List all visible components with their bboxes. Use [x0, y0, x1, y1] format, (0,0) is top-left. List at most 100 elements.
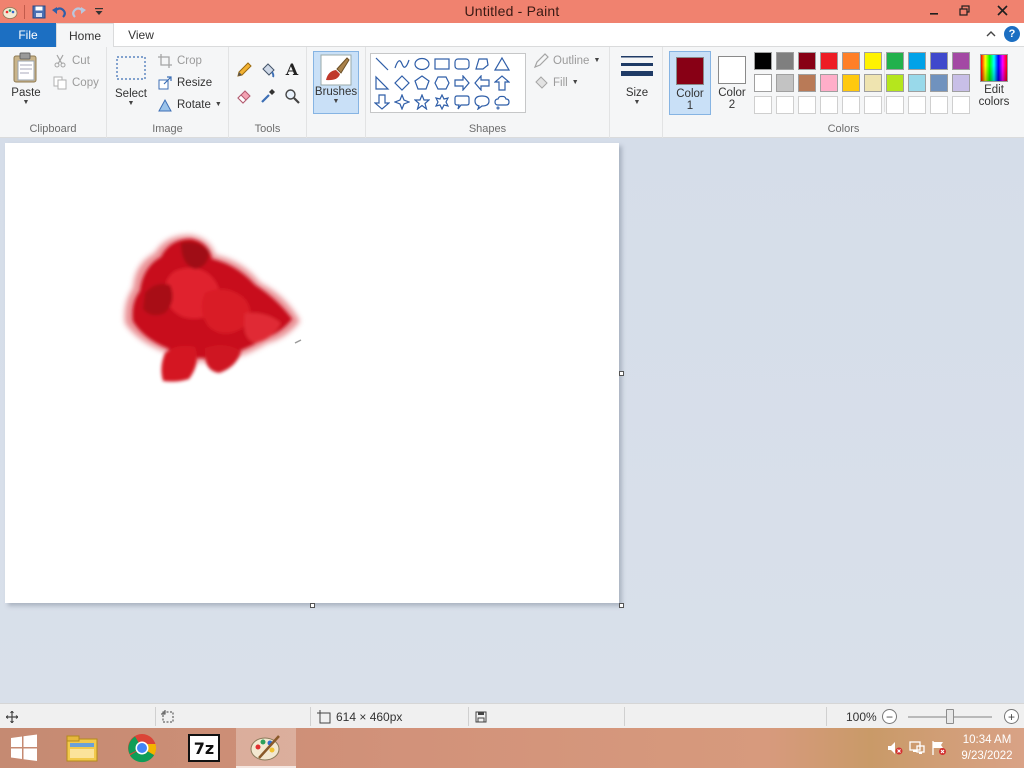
tab-file[interactable]: File: [0, 23, 56, 47]
crop-button[interactable]: Crop: [157, 51, 202, 71]
fill-bucket-icon[interactable]: [259, 61, 277, 79]
close-button[interactable]: [980, 0, 1024, 21]
resize-button[interactable]: Resize: [157, 73, 212, 93]
palette-swatch[interactable]: [842, 74, 860, 92]
taskbar-7zip[interactable]: 7z: [174, 728, 234, 768]
window-title: Untitled - Paint: [464, 3, 560, 19]
pentagon-shape-icon[interactable]: [413, 74, 431, 92]
taskbar-paint[interactable]: [236, 728, 296, 768]
color-picker-icon[interactable]: [259, 87, 277, 105]
palette-swatch[interactable]: [952, 52, 970, 70]
text-icon[interactable]: A: [283, 60, 301, 79]
palette-swatch[interactable]: [754, 52, 772, 70]
eraser-icon[interactable]: [235, 87, 253, 105]
chrome-icon: [128, 734, 157, 763]
paste-button[interactable]: Paste ▼: [6, 52, 46, 107]
diamond-shape-icon[interactable]: [393, 74, 411, 92]
palette-swatch[interactable]: [842, 96, 860, 114]
triangle-shape-icon[interactable]: [493, 55, 511, 73]
canvas-resize-handle-corner[interactable]: [619, 603, 624, 608]
taskbar-chrome[interactable]: [112, 728, 172, 768]
image-group: Select ▼ Crop Resize Rotate ▼ Image: [107, 47, 229, 138]
palette-swatch[interactable]: [886, 52, 904, 70]
clock[interactable]: 10:34 AM 9/23/2022: [950, 732, 1024, 764]
start-button[interactable]: [0, 728, 48, 768]
drawing-canvas[interactable]: [5, 143, 619, 603]
outline-button[interactable]: Outline ▼: [533, 51, 600, 71]
up-arrow-shape-icon[interactable]: [493, 74, 511, 92]
palette-swatch[interactable]: [776, 74, 794, 92]
palette-swatch[interactable]: [886, 96, 904, 114]
palette-swatch[interactable]: [754, 74, 772, 92]
palette-swatch[interactable]: [864, 96, 882, 114]
fill-button[interactable]: Fill ▼: [533, 73, 579, 93]
six-point-star-shape-icon[interactable]: [433, 93, 451, 111]
color1-selector[interactable]: Color 1: [669, 51, 711, 115]
palette-swatch[interactable]: [798, 74, 816, 92]
size-button[interactable]: Size ▼: [618, 53, 656, 107]
palette-swatch[interactable]: [798, 96, 816, 114]
zoom-out-button[interactable]: −: [882, 709, 897, 724]
edit-colors-button[interactable]: Edit colors: [976, 51, 1012, 115]
hexagon-shape-icon[interactable]: [433, 74, 451, 92]
network-icon[interactable]: [906, 728, 928, 768]
palette-swatch[interactable]: [754, 96, 772, 114]
select-button[interactable]: Select ▼: [113, 55, 149, 108]
tab-view[interactable]: View: [116, 23, 166, 47]
zoom-slider-thumb[interactable]: [946, 709, 954, 724]
palette-swatch[interactable]: [842, 52, 860, 70]
copy-button[interactable]: Copy: [52, 73, 99, 93]
cloud-callout-shape-icon[interactable]: [493, 93, 511, 111]
left-arrow-shape-icon[interactable]: [473, 74, 491, 92]
restore-button[interactable]: [949, 0, 980, 21]
color2-selector[interactable]: Color 2: [713, 51, 751, 115]
zoom-in-button[interactable]: +: [1004, 709, 1019, 724]
cut-button[interactable]: Cut: [52, 51, 90, 71]
palette-swatch[interactable]: [820, 74, 838, 92]
line-shape-icon[interactable]: [373, 55, 391, 73]
palette-swatch[interactable]: [864, 52, 882, 70]
palette-swatch[interactable]: [952, 74, 970, 92]
minimize-ribbon-icon[interactable]: [984, 27, 998, 41]
tab-home[interactable]: Home: [56, 23, 114, 48]
palette-swatch[interactable]: [776, 52, 794, 70]
magnifier-icon[interactable]: [283, 87, 301, 105]
polygon-shape-icon[interactable]: [473, 55, 491, 73]
palette-swatch[interactable]: [930, 74, 948, 92]
rounded-rectangle-shape-icon[interactable]: [453, 55, 471, 73]
canvas-resize-handle-right[interactable]: [619, 371, 624, 376]
taskbar-file-explorer[interactable]: [52, 728, 112, 768]
down-arrow-shape-icon[interactable]: [373, 93, 391, 111]
pencil-icon[interactable]: [235, 61, 253, 79]
right-arrow-shape-icon[interactable]: [453, 74, 471, 92]
right-triangle-shape-icon[interactable]: [373, 74, 391, 92]
palette-swatch[interactable]: [908, 96, 926, 114]
rotate-button[interactable]: Rotate ▼: [157, 95, 222, 115]
palette-swatch[interactable]: [930, 52, 948, 70]
oval-shape-icon[interactable]: [413, 55, 431, 73]
palette-swatch[interactable]: [952, 96, 970, 114]
palette-swatch[interactable]: [886, 74, 904, 92]
rounded-callout-shape-icon[interactable]: [453, 93, 471, 111]
help-icon[interactable]: ?: [1004, 26, 1020, 42]
palette-swatch[interactable]: [820, 52, 838, 70]
volume-muted-icon[interactable]: [884, 728, 906, 768]
clock-date: 9/23/2022: [961, 750, 1013, 762]
palette-swatch[interactable]: [930, 96, 948, 114]
palette-swatch[interactable]: [820, 96, 838, 114]
palette-swatch[interactable]: [908, 74, 926, 92]
palette-swatch[interactable]: [776, 96, 794, 114]
palette-swatch[interactable]: [864, 74, 882, 92]
five-point-star-shape-icon[interactable]: [413, 93, 431, 111]
curve-shape-icon[interactable]: [393, 55, 411, 73]
minimize-button[interactable]: [918, 0, 949, 21]
rectangle-shape-icon[interactable]: [433, 55, 451, 73]
oval-callout-shape-icon[interactable]: [473, 93, 491, 111]
canvas-workspace: [0, 138, 1024, 703]
action-center-alert-icon[interactable]: [928, 728, 950, 768]
palette-swatch[interactable]: [798, 52, 816, 70]
four-point-star-shape-icon[interactable]: [393, 93, 411, 111]
palette-swatch[interactable]: [908, 52, 926, 70]
canvas-resize-handle-bottom[interactable]: [310, 603, 315, 608]
ribbon-help-area: ?: [984, 26, 1020, 42]
